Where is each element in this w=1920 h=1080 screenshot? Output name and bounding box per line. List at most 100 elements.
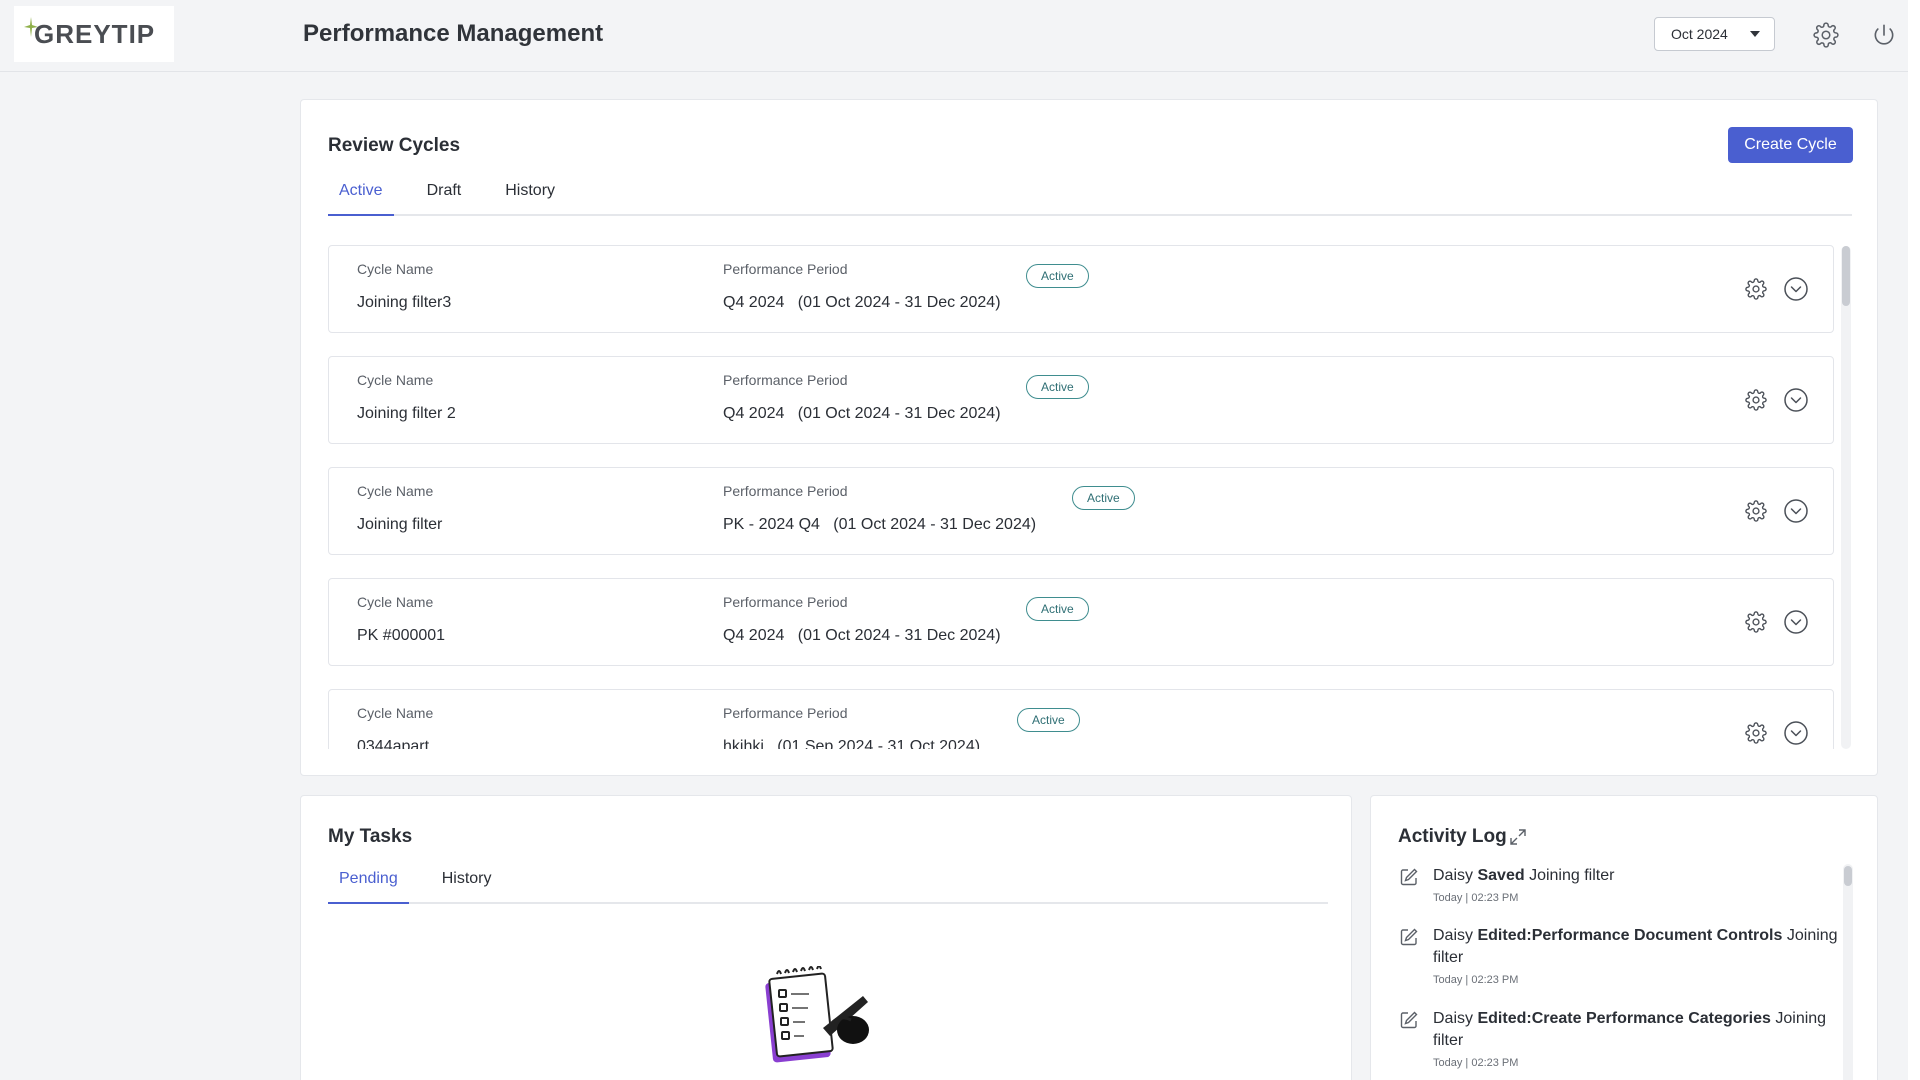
cycle-settings-button[interactable]: [1743, 609, 1769, 635]
cycle-settings-button[interactable]: [1743, 276, 1769, 302]
cycle-settings-button[interactable]: [1743, 498, 1769, 524]
edit-icon: [1400, 868, 1418, 886]
performance-period-label: Performance Period: [723, 594, 848, 610]
cycle-name-value: Joining filter3: [357, 294, 452, 311]
review-cycles-title: Review Cycles: [328, 135, 461, 156]
performance-period-label: Performance Period: [723, 483, 848, 499]
chevron-down-circle-icon: [1784, 721, 1808, 745]
performance-period-value: PK - 2024 Q4 (01 Oct 2024 - 31 Dec 2024): [723, 516, 1036, 534]
activity-timestamp: Today | 02:23 PM: [1433, 974, 1519, 986]
cycle-row[interactable]: Cycle Name PK #000001 Performance Period Q4…: [328, 578, 1834, 666]
gear-icon: [1745, 611, 1767, 633]
period-name: Q4 2024: [723, 627, 785, 644]
cycle-row[interactable]: Cycle Name Joining filter3 Performance Per…: [328, 245, 1834, 333]
activity-day: Today: [1433, 1057, 1463, 1069]
caret-down-icon: [1750, 31, 1760, 37]
period-name: Q4 2024: [723, 405, 785, 422]
chevron-down-circle-icon: [1784, 610, 1808, 634]
activity-user: Daisy: [1433, 1010, 1474, 1027]
activity-log-card: Activity Log Daisy Saved Joining filter T…: [1370, 795, 1878, 1080]
status-badge: Active: [1017, 708, 1080, 732]
activity-time: 02:23 PM: [1471, 1057, 1519, 1069]
cycle-name-value: Joining filter: [357, 516, 443, 533]
month-select-value: Oct 2024: [1671, 26, 1728, 42]
performance-period-value: hkjhkj (01 Sep 2024 - 31 Oct 2024): [723, 738, 980, 749]
power-icon: [1874, 24, 1894, 45]
cycle-name-label: Cycle Name: [357, 261, 434, 277]
logout-button[interactable]: [1869, 20, 1899, 50]
task-tab-history[interactable]: History: [431, 870, 503, 902]
tab-draft[interactable]: Draft: [416, 182, 473, 214]
cycle-name-value: 0344apart: [357, 738, 430, 749]
chevron-down-circle-icon: [1784, 277, 1808, 301]
activity-timestamp: Today | 02:23 PM: [1433, 1057, 1519, 1069]
period-name: Q4 2024: [723, 294, 785, 311]
status-badge: Active: [1026, 375, 1089, 399]
period-dates: (01 Oct 2024 - 31 Dec 2024): [797, 627, 1001, 644]
cycle-list-scrollbar[interactable]: [1841, 246, 1851, 749]
cycle-settings-button[interactable]: [1743, 387, 1769, 413]
activity-action: Saved: [1477, 867, 1525, 884]
window-edge: [1908, 0, 1920, 1080]
expand-icon[interactable]: [1509, 828, 1527, 846]
activity-action: Edited:Performance Document Controls: [1477, 927, 1783, 944]
activity-day: Today: [1433, 892, 1463, 904]
performance-period-label: Performance Period: [723, 261, 848, 277]
period-name: hkjhkj: [723, 738, 764, 749]
cycle-expand-button[interactable]: [1783, 387, 1809, 413]
task-tab-pending[interactable]: Pending: [328, 870, 409, 904]
cycle-name-label: Cycle Name: [357, 372, 434, 388]
task-tabs: Pending History: [328, 870, 1328, 904]
review-cycles-card: Review Cycles Create Cycle Active Draft Hi…: [300, 99, 1878, 776]
period-dates: (01 Oct 2024 - 31 Dec 2024): [833, 516, 1037, 533]
cycle-name-value: PK #000001: [357, 627, 446, 644]
activity-day: Today: [1433, 974, 1463, 986]
top-bar: GREYTIP Performance Management Oct 2024: [0, 0, 1908, 72]
status-badge: Active: [1072, 486, 1135, 510]
cycle-row[interactable]: Cycle Name 0344apart Performance Period hkj…: [328, 689, 1834, 749]
tab-active[interactable]: Active: [328, 182, 394, 216]
my-tasks-card: My Tasks Pending History: [300, 795, 1352, 1080]
cycle-expand-button[interactable]: [1783, 720, 1809, 746]
create-cycle-button[interactable]: Create Cycle: [1728, 127, 1853, 163]
activity-timestamp: Today | 02:23 PM: [1433, 892, 1519, 904]
cycle-name-value: Joining filter 2: [357, 405, 456, 422]
cycle-row[interactable]: Cycle Name Joining filter Performance Peri…: [328, 467, 1834, 555]
page-title: Performance Management: [303, 20, 604, 47]
gear-icon: [1745, 389, 1767, 411]
activity-target: Joining filter: [1529, 867, 1615, 884]
my-tasks-title: My Tasks: [328, 826, 413, 847]
scrollbar-thumb[interactable]: [1844, 866, 1852, 886]
month-select[interactable]: Oct 2024: [1654, 17, 1775, 51]
scrollbar-thumb[interactable]: [1842, 246, 1850, 306]
gear-icon: [1745, 500, 1767, 522]
company-logo[interactable]: GREYTIP: [14, 6, 174, 62]
activity-log-title: Activity Log: [1398, 826, 1507, 847]
cycle-settings-button[interactable]: [1743, 720, 1769, 746]
chevron-down-circle-icon: [1784, 388, 1808, 412]
status-badge: Active: [1026, 597, 1089, 621]
empty-tasks-illustration: [765, 966, 869, 1063]
period-dates: (01 Oct 2024 - 31 Dec 2024): [797, 294, 1001, 311]
edit-icon: [1400, 928, 1418, 946]
cycle-expand-button[interactable]: [1783, 609, 1809, 635]
settings-button[interactable]: [1811, 20, 1841, 50]
cycle-expand-button[interactable]: [1783, 276, 1809, 302]
performance-period-value: Q4 2024 (01 Oct 2024 - 31 Dec 2024): [723, 405, 1001, 423]
cycle-list[interactable]: Cycle Name Joining filter3 Performance Per…: [328, 245, 1850, 749]
performance-period-value: Q4 2024 (01 Oct 2024 - 31 Dec 2024): [723, 627, 1001, 645]
review-tabs: Active Draft History: [328, 182, 1852, 216]
status-badge: Active: [1026, 264, 1089, 288]
cycle-name-label: Cycle Name: [357, 594, 434, 610]
edit-icon: [1400, 1011, 1418, 1029]
activity-text: Daisy Edited:Performance Document Contro…: [1433, 925, 1843, 987]
gear-icon: [1745, 722, 1767, 744]
activity-scrollbar[interactable]: [1843, 864, 1853, 1080]
logo-text: GREYTIP: [34, 18, 156, 49]
activity-text: Daisy Edited:Create Performance Categori…: [1433, 1008, 1843, 1070]
performance-period-value: Q4 2024 (01 Oct 2024 - 31 Dec 2024): [723, 294, 1001, 312]
cycle-expand-button[interactable]: [1783, 498, 1809, 524]
activity-user: Daisy: [1433, 867, 1474, 884]
cycle-row[interactable]: Cycle Name Joining filter 2 Performance Pe…: [328, 356, 1834, 444]
tab-history[interactable]: History: [494, 182, 566, 214]
